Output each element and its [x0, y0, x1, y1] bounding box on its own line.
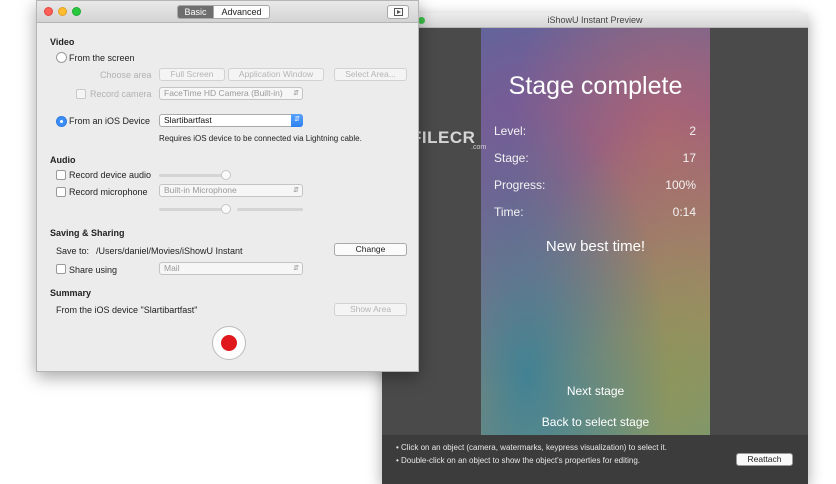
ios-screen[interactable]: Stage complete Level: 2 Stage: 17 Progre…	[481, 28, 710, 436]
record-device-audio-checkbox[interactable]	[56, 170, 66, 180]
preview-footer: • Click on an object (camera, watermarks…	[382, 435, 808, 484]
stat-value: 0:14	[672, 205, 696, 219]
hint-click: • Click on an object (camera, watermarks…	[396, 443, 667, 452]
tab-advanced[interactable]: Advanced	[213, 5, 270, 19]
application-window-button[interactable]: Application Window	[228, 68, 324, 81]
summary-text: From the iOS device "Slartibartfast"	[56, 305, 198, 315]
stat-progress: Progress: 100%	[494, 178, 696, 192]
ios-device-select-value: Slartibartfast	[164, 115, 212, 125]
chevron-updown-icon: ⇵	[293, 187, 299, 194]
microphone-select[interactable]: Built-in Microphone ⇵	[159, 184, 303, 197]
microphone-select-value: Built-in Microphone	[164, 185, 237, 195]
record-button[interactable]	[212, 326, 246, 360]
back-to-select-stage-button[interactable]: Back to select stage	[481, 415, 710, 429]
stat-label: Level:	[494, 124, 527, 138]
record-microphone-checkbox[interactable]	[56, 187, 66, 197]
chevron-updown-icon: ⇵	[293, 265, 299, 272]
share-using-label: Share using	[69, 265, 118, 275]
play-preview-icon	[394, 8, 403, 16]
stage-complete-title: Stage complete	[508, 72, 683, 100]
zoom-button[interactable]	[72, 7, 81, 16]
stat-stage: Stage: 17	[494, 151, 696, 165]
share-service-select[interactable]: Mail ⇵	[159, 262, 303, 275]
reattach-button[interactable]: Reattach	[736, 453, 793, 466]
minimize-button[interactable]	[58, 7, 67, 16]
audio-heading: Audio	[50, 155, 76, 165]
close-button[interactable]	[44, 7, 53, 16]
camera-select-value: FaceTime HD Camera (Built-in)	[164, 88, 283, 98]
new-best-time: New best time!	[545, 238, 646, 255]
from-ios-label: From an iOS Device	[69, 116, 151, 126]
record-device-audio-label: Record device audio	[69, 170, 152, 180]
microphone-volume-knob[interactable]	[221, 204, 231, 214]
record-icon	[221, 335, 237, 351]
preview-toggle-button[interactable]	[387, 5, 409, 19]
preview-titlebar: iShowU Instant Preview	[382, 13, 808, 28]
zoom-button[interactable]	[418, 17, 425, 24]
summary-heading: Summary	[50, 288, 92, 298]
full-screen-button[interactable]: Full Screen	[159, 68, 225, 81]
camera-select[interactable]: FaceTime HD Camera (Built-in) ⇵	[159, 87, 303, 100]
ios-device-select[interactable]: Slartibartfast ⇵	[159, 114, 303, 127]
hint-double-click: • Double-click on an object to show the …	[396, 456, 641, 465]
stat-value: 100%	[665, 178, 696, 192]
stat-value: 17	[682, 151, 696, 165]
select-area-button[interactable]: Select Area...	[334, 68, 407, 81]
main-window: Basic Advanced Video From the screen Cho…	[36, 0, 419, 372]
share-service-value: Mail	[164, 263, 180, 273]
record-camera-checkbox[interactable]	[76, 89, 86, 99]
stat-label: Time:	[494, 205, 524, 219]
from-screen-label: From the screen	[69, 53, 135, 63]
from-screen-radio[interactable]	[56, 52, 67, 63]
preview-title: iShowU Instant Preview	[547, 15, 643, 25]
stat-value: 2	[689, 124, 696, 138]
change-button[interactable]: Change	[334, 243, 407, 256]
stat-time: Time: 0:14	[494, 205, 696, 219]
stat-level: Level: 2	[494, 124, 696, 138]
chevron-updown-icon: ⇵	[293, 90, 299, 97]
save-path: /Users/daniel/Movies/iShowU Instant	[96, 246, 243, 256]
main-toolbar: Basic Advanced	[37, 1, 418, 23]
stat-label: Stage:	[494, 151, 529, 165]
show-area-button[interactable]: Show Area	[334, 303, 407, 316]
microphone-level-meter	[237, 208, 303, 211]
preview-window: iShowU Instant Preview Stage complete Le…	[382, 13, 808, 484]
stat-label: Progress:	[494, 178, 546, 192]
save-to-label: Save to:	[56, 246, 90, 256]
saving-sharing-heading: Saving & Sharing	[50, 228, 125, 238]
ios-requirement-note: Requires iOS device to be connected via …	[159, 134, 362, 143]
record-camera-label: Record camera	[90, 89, 152, 99]
from-ios-radio[interactable]	[56, 116, 67, 127]
share-using-checkbox[interactable]	[56, 264, 66, 274]
tab-basic[interactable]: Basic	[177, 5, 214, 19]
chevron-updown-icon: ⇵	[291, 114, 303, 127]
choose-area-label: Choose area	[100, 70, 152, 80]
video-heading: Video	[50, 37, 75, 47]
record-microphone-label: Record microphone	[69, 187, 148, 197]
device-audio-slider-knob[interactable]	[221, 170, 231, 180]
next-stage-button[interactable]: Next stage	[481, 384, 710, 398]
